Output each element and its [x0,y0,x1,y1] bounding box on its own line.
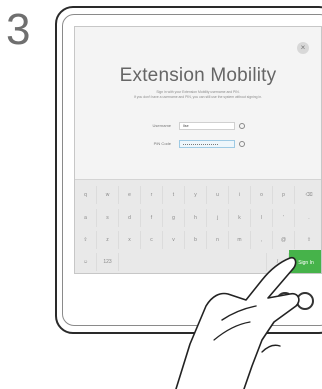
power-button[interactable] [296,292,314,310]
on-screen-keyboard: q w e r t y u i o p ⌫ a s d f g h j k l … [75,179,321,273]
keyboard-row-1: q w e r t y u i o p ⌫ [75,186,321,204]
numbers-key[interactable]: 123 [97,253,119,271]
keyboard-row-4: ☺ 123 / [75,253,321,271]
key[interactable]: z [97,231,119,249]
key[interactable]: m [229,231,251,249]
username-field[interactable]: Ilse [179,122,235,130]
space-key[interactable] [119,253,267,271]
page-title: Extension Mobility [119,65,277,86]
key[interactable]: a [75,209,97,227]
pin-label: PIN Code [153,141,171,146]
key[interactable]: . [295,209,321,227]
key[interactable]: @ [273,231,295,249]
pin-mask [183,144,219,145]
key[interactable]: f [141,209,163,227]
clear-username-icon[interactable] [239,123,245,129]
step-number: 3 [6,5,31,54]
key[interactable]: u [207,186,229,204]
instruction-text-2: If you don't have a username and PIN, yo… [133,95,263,99]
key[interactable]: , [251,231,273,249]
key[interactable]: r [141,186,163,204]
key[interactable]: t [163,186,185,204]
key[interactable]: b [185,231,207,249]
key[interactable]: k [229,209,251,227]
home-button[interactable] [276,292,294,310]
key[interactable]: l [251,209,273,227]
close-button[interactable]: × [297,42,309,54]
key[interactable]: j [207,209,229,227]
key[interactable]: d [119,209,141,227]
pin-field[interactable] [179,140,235,148]
key[interactable]: g [163,209,185,227]
key[interactable]: v [163,231,185,249]
key[interactable]: w [97,186,119,204]
emoji-key[interactable]: ☺ [75,253,97,271]
shift-key[interactable]: ⇧ [295,231,321,249]
key[interactable]: x [119,231,141,249]
key[interactable]: p [273,186,295,204]
lower-hand-detail [261,344,281,353]
key[interactable]: y [185,186,207,204]
key[interactable]: n [207,231,229,249]
key[interactable]: c [141,231,163,249]
shift-key[interactable]: ⇧ [75,231,97,249]
key[interactable]: s [97,209,119,227]
username-label: Username [152,123,171,128]
key[interactable]: ' [273,209,295,227]
key[interactable]: h [185,209,207,227]
key[interactable]: / [267,253,289,271]
key[interactable]: q [75,186,97,204]
key[interactable]: i [229,186,251,204]
sign-in-button[interactable]: Sign In [289,250,321,273]
clear-pin-icon[interactable] [239,141,245,147]
key[interactable]: o [251,186,273,204]
instruction-text-1: Sign in with your Extension Mobility use… [156,90,240,94]
keyboard-row-3: ⇧ z x c v b n m , @ ⇧ [75,231,321,249]
key[interactable]: e [119,186,141,204]
keyboard-row-2: a s d f g h j k l ' . [75,209,321,227]
touch-screen: × Extension Mobility Sign in with your E… [74,26,322,274]
backspace-key[interactable]: ⌫ [295,186,321,204]
